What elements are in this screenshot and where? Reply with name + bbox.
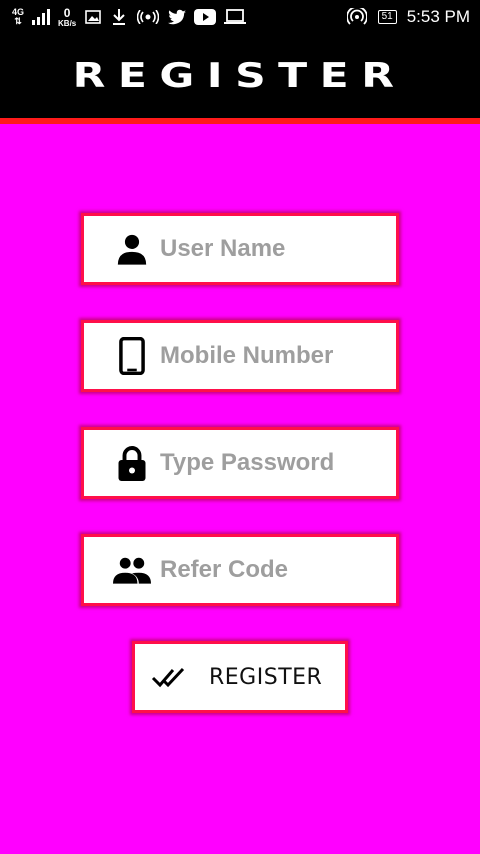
laptop-icon	[224, 8, 247, 26]
refer-code-input[interactable]	[160, 556, 390, 584]
signal-icon	[32, 8, 51, 26]
gallery-icon	[84, 8, 102, 26]
people-icon	[112, 550, 152, 590]
lock-icon	[112, 443, 152, 483]
hotspot-icon	[136, 8, 160, 26]
hotspot-signal-icon	[346, 8, 368, 26]
mobile-input[interactable]	[160, 342, 390, 370]
person-icon	[112, 229, 152, 269]
refer-code-field[interactable]	[81, 534, 399, 606]
mobile-field[interactable]	[81, 320, 399, 392]
password-field[interactable]	[81, 427, 399, 499]
network-indicator: 4G ⇅	[12, 8, 24, 26]
data-rate-value: 0	[63, 5, 71, 20]
app-header: REGISTER	[0, 34, 480, 118]
status-left-group: 4G ⇅ 0 KB/s	[12, 7, 346, 28]
header-accent-strip	[0, 118, 480, 124]
status-time: 5:53 PM	[406, 7, 470, 26]
register-button-label: REGISTER	[209, 664, 323, 690]
twitter-icon	[168, 8, 187, 26]
username-field[interactable]	[81, 213, 399, 285]
status-right-group: 51 5:53 PM	[346, 7, 470, 27]
battery-level: 51	[381, 11, 393, 22]
data-rate-indicator: 0 KB/s	[58, 7, 76, 28]
battery-icon: 51	[377, 10, 397, 24]
register-button[interactable]: REGISTER	[132, 641, 348, 713]
page-title: REGISTER	[73, 56, 407, 96]
username-input[interactable]	[160, 235, 390, 263]
youtube-icon	[194, 8, 217, 26]
password-input[interactable]	[160, 449, 390, 477]
data-rate-unit: KB/s	[58, 18, 77, 28]
double-check-icon	[151, 662, 191, 692]
download-icon	[110, 8, 128, 26]
status-bar: 4G ⇅ 0 KB/s 51 5:53 PM	[0, 0, 480, 34]
data-arrows-icon: ⇅	[14, 16, 22, 26]
phone-icon	[112, 336, 152, 376]
